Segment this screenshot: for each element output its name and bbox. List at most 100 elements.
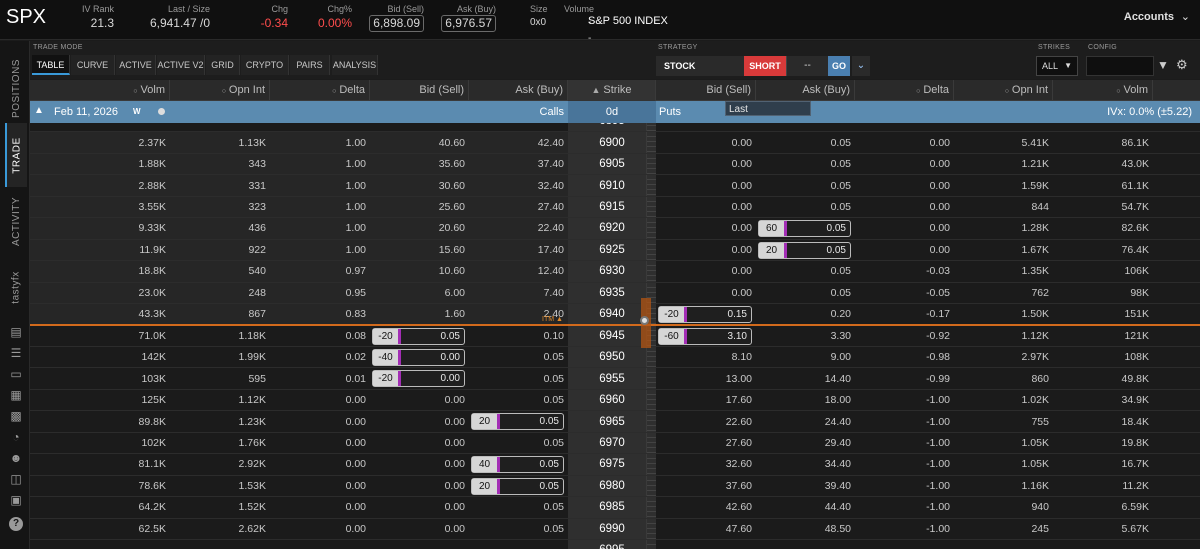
call-volume-cell[interactable]: 89.8K: [30, 411, 170, 431]
put-volume-cell[interactable]: 43.0K: [1053, 154, 1153, 174]
put-ask-cell[interactable]: 29.40: [756, 433, 855, 453]
chain-row[interactable]: 23.0K 248 0.95 6.00 7.40 0.00 0.05 -0.05 762 98K 6…: [30, 282, 1200, 305]
put-volume-cell[interactable]: 98K: [1053, 283, 1153, 303]
chain-row[interactable]: 11.9K 922 1.00 15.60 17.40 0.00 20 0.05 0.00 1.67…: [30, 239, 1200, 262]
price-slider-handle[interactable]: [640, 316, 649, 325]
call-open-interest-cell[interactable]: 1.53K: [170, 476, 270, 496]
call-ask-cell[interactable]: 12.40: [469, 261, 568, 281]
put-volume-cell[interactable]: 86.1K: [1053, 132, 1153, 152]
call-open-interest-cell[interactable]: 343: [170, 154, 270, 174]
call-delta-cell[interactable]: 0.08: [270, 326, 370, 346]
call-volume-cell[interactable]: 2.88K: [30, 175, 170, 195]
call-open-interest-cell[interactable]: 248: [170, 283, 270, 303]
put-ask-cell[interactable]: 0.05: [756, 132, 855, 152]
put-bid-cell[interactable]: 0.00: [656, 261, 756, 281]
put-open-interest-cell[interactable]: 1.16K: [954, 476, 1053, 496]
call-bid-cell[interactable]: 15.60: [370, 240, 469, 260]
call-volume-cell[interactable]: 125K: [30, 390, 170, 410]
call-bid-cell[interactable]: 6.00: [370, 283, 469, 303]
put-volume-cell[interactable]: 108K: [1053, 347, 1153, 367]
chain-row[interactable]: 43.3K 867 0.83 1.60 2.40 -20 0.15 0.20 -0.17 1.50…: [30, 304, 1200, 326]
call-volume-cell[interactable]: 81.1K: [30, 454, 170, 474]
tab-table[interactable]: TABLE: [32, 55, 70, 75]
col-strike[interactable]: ▲ Strike: [568, 80, 656, 101]
order-pill[interactable]: -60 3.10: [658, 327, 752, 345]
call-delta-cell[interactable]: 0.02: [270, 347, 370, 367]
call-delta-cell[interactable]: 1.00: [270, 197, 370, 217]
put-volume-cell[interactable]: 5.67K: [1053, 519, 1153, 539]
put-open-interest-cell[interactable]: 1.59K: [954, 175, 1053, 195]
dashboard-icon[interactable]: ▩: [9, 409, 23, 423]
put-delta-cell[interactable]: 0.00: [855, 240, 954, 260]
col-call-ask[interactable]: Ask (Buy): [469, 80, 568, 101]
call-volume-cell[interactable]: 23.0K: [30, 283, 170, 303]
call-open-interest-cell[interactable]: 2.92K: [170, 454, 270, 474]
order-pill[interactable]: 20 0.05: [471, 477, 564, 495]
call-volume-cell[interactable]: 142K: [30, 347, 170, 367]
tab-pairs[interactable]: PAIRS: [290, 55, 330, 75]
call-open-interest-cell[interactable]: 540: [170, 261, 270, 281]
call-bid-cell[interactable]: 0.00: [370, 519, 469, 539]
put-bid-cell[interactable]: 42.60: [656, 497, 756, 517]
tab-crypto[interactable]: CRYPTO: [241, 55, 289, 75]
call-delta-cell[interactable]: [270, 540, 370, 549]
put-ask-cell[interactable]: 0.20: [756, 304, 855, 324]
chain-row[interactable]: 6895: [30, 123, 1200, 133]
quantity-field[interactable]: --: [786, 56, 828, 76]
call-ask-cell[interactable]: 17.40: [469, 240, 568, 260]
clipboard-icon[interactable]: ▣: [9, 493, 23, 507]
put-ask-cell[interactable]: 44.40: [756, 497, 855, 517]
put-delta-cell[interactable]: 0.00: [855, 175, 954, 195]
strike-cell[interactable]: 6895: [568, 123, 656, 132]
chain-row[interactable]: 71.0K 1.18K 0.08 -20 0.05 0.10 -60 3.10 3.30 -0.9…: [30, 325, 1200, 347]
put-delta-cell[interactable]: 0.00: [855, 132, 954, 152]
col-put-bid[interactable]: Bid (Sell): [656, 80, 756, 101]
call-delta-cell[interactable]: 0.00: [270, 411, 370, 431]
put-volume-cell[interactable]: 19.8K: [1053, 433, 1153, 453]
strike-cell[interactable]: 6980: [568, 475, 656, 497]
tab-active-v2[interactable]: ACTIVE V2: [157, 55, 205, 75]
strike-cell[interactable]: 6960: [568, 389, 656, 411]
expiration-row[interactable]: ▲ Feb 11, 2026 W Calls 0d Puts IVx: 0.0%…: [30, 101, 1200, 123]
call-delta-cell[interactable]: 0.00: [270, 390, 370, 410]
call-bid-cell[interactable]: -20 0.00: [370, 368, 469, 388]
strike-cell[interactable]: 6955: [568, 368, 656, 389]
call-ask-cell[interactable]: 0.05: [469, 347, 568, 367]
call-ask-cell[interactable]: 32.40: [469, 175, 568, 195]
call-volume-cell[interactable]: 11.9K: [30, 240, 170, 260]
put-delta-cell[interactable]: -0.17: [855, 304, 954, 324]
go-button[interactable]: GO: [828, 56, 850, 76]
terms-icon[interactable]: ◫: [9, 472, 23, 486]
call-ask-cell[interactable]: 37.40: [469, 154, 568, 174]
put-ask-cell[interactable]: 60 0.05: [756, 218, 855, 238]
put-delta-cell[interactable]: [855, 540, 954, 549]
call-volume-cell[interactable]: 64.2K: [30, 497, 170, 517]
call-delta-cell[interactable]: 0.00: [270, 476, 370, 496]
call-bid-cell[interactable]: 40.60: [370, 132, 469, 152]
call-bid-cell[interactable]: 20.60: [370, 218, 469, 238]
put-ask-cell[interactable]: 0.05: [756, 261, 855, 281]
call-delta-cell[interactable]: 1.00: [270, 240, 370, 260]
tab-positions[interactable]: POSITIONS: [5, 53, 27, 123]
order-pill[interactable]: 20 0.05: [758, 241, 851, 259]
filter-icon[interactable]: ▼: [1157, 58, 1169, 72]
order-pill[interactable]: 20 0.05: [471, 413, 564, 431]
call-open-interest-cell[interactable]: 436: [170, 218, 270, 238]
put-delta-cell[interactable]: -1.00: [855, 454, 954, 474]
put-ask-cell[interactable]: 9.00: [756, 347, 855, 367]
put-delta-cell[interactable]: -0.98: [855, 347, 954, 367]
call-volume-cell[interactable]: 3.55K: [30, 197, 170, 217]
put-bid-cell[interactable]: [656, 123, 756, 131]
gauge-icon[interactable]: ◔: [9, 430, 23, 444]
put-open-interest-cell[interactable]: 755: [954, 411, 1053, 431]
put-bid-cell[interactable]: 0.00: [656, 218, 756, 238]
put-delta-cell[interactable]: [855, 123, 954, 131]
call-volume-cell[interactable]: 71.0K: [30, 326, 170, 346]
call-open-interest-cell[interactable]: 2.62K: [170, 519, 270, 539]
put-delta-cell[interactable]: -0.03: [855, 261, 954, 281]
order-pill[interactable]: -20 0.15: [658, 306, 752, 324]
order-pill[interactable]: -20 0.00: [372, 370, 465, 388]
put-open-interest-cell[interactable]: 1.35K: [954, 261, 1053, 281]
put-open-interest-cell[interactable]: 1.02K: [954, 390, 1053, 410]
tab-curve[interactable]: CURVE: [71, 55, 115, 75]
